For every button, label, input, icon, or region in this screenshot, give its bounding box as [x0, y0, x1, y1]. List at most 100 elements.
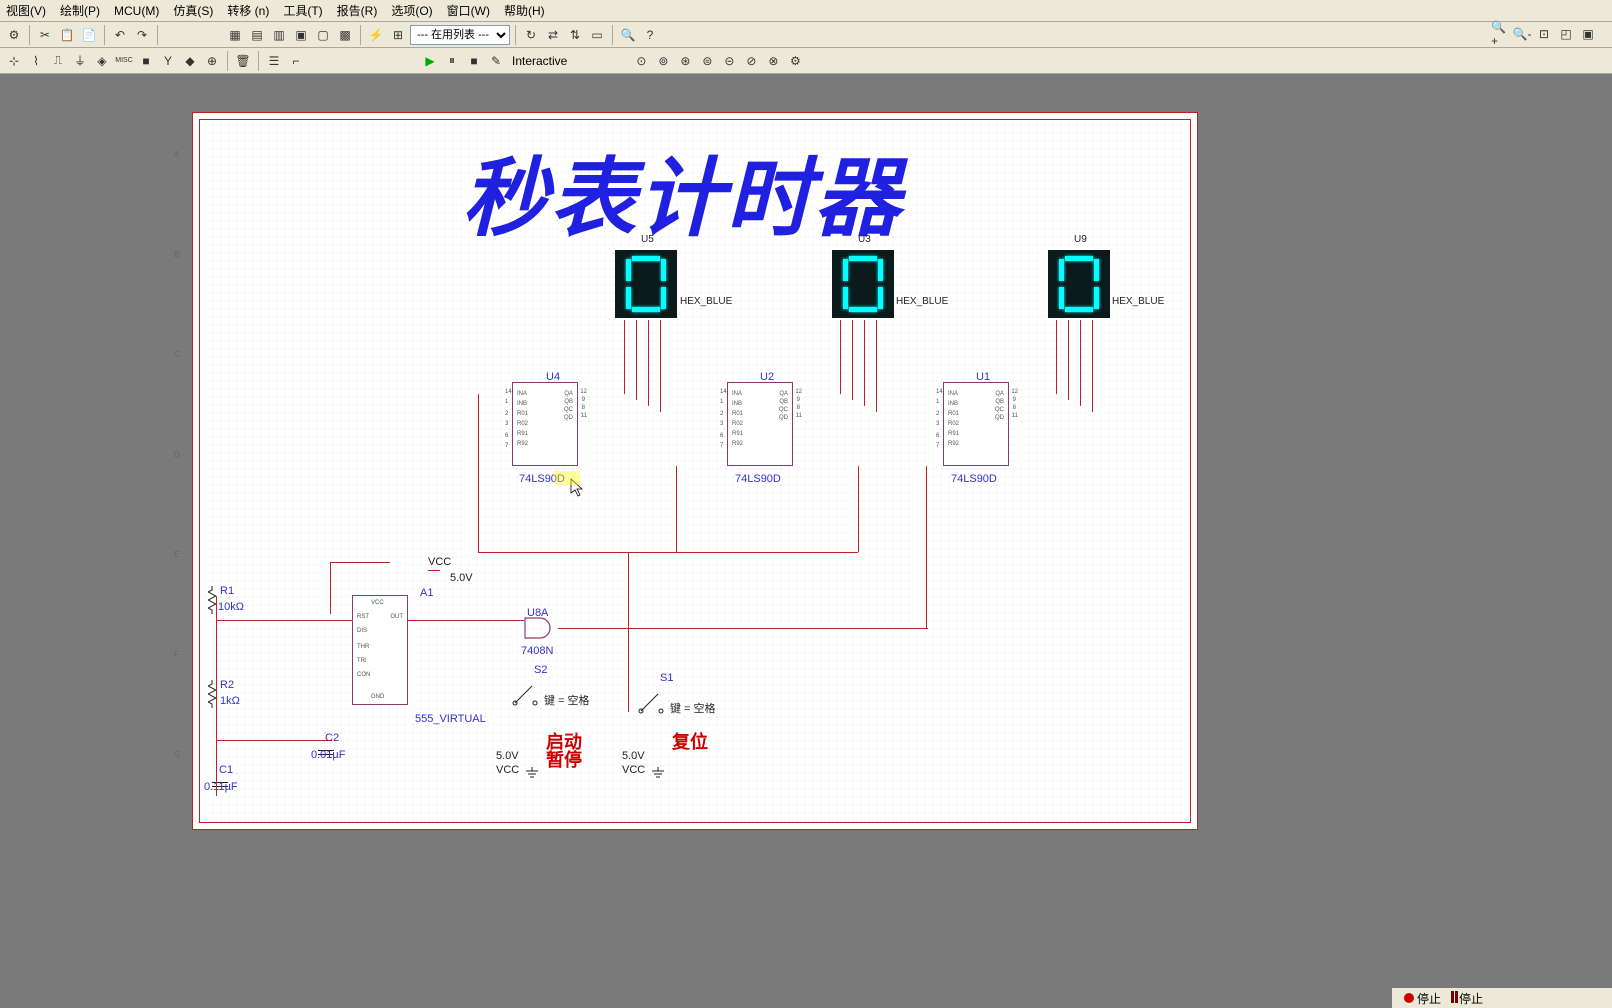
seg-ref-U3: U3 — [858, 234, 871, 245]
switch-S1[interactable] — [636, 686, 666, 716]
gate-part: 7408N — [521, 645, 553, 657]
highlight-box — [554, 471, 580, 485]
chip-555[interactable]: VCC RST DIS THR TRI CON OUT GND — [352, 595, 408, 705]
probe5-icon[interactable]: ⊝ — [719, 51, 739, 71]
cap-ref-C1: C1 — [219, 764, 233, 776]
place-icon[interactable]: ⊹ — [4, 51, 24, 71]
seg-part-U9: HEX_BLUE — [1112, 296, 1164, 307]
zoom-tools: 🔍+ 🔍- ⊡ ◰ ▣ — [1490, 24, 1598, 44]
ruler-mark-D: D — [174, 450, 180, 459]
menu-sim[interactable]: 仿真(S) — [173, 2, 213, 19]
power-icon[interactable]: ■ — [136, 51, 156, 71]
probe6-icon[interactable]: ⊘ — [741, 51, 761, 71]
seven-seg-U3[interactable] — [832, 250, 894, 318]
zoomwin-icon[interactable]: ◰ — [1556, 24, 1576, 44]
sw-v-S2: 5.0V — [496, 750, 519, 762]
tool-icon[interactable]: ⚙ — [4, 25, 24, 45]
menu-plot[interactable]: 绘制(P) — [60, 2, 100, 19]
resistor-R1[interactable] — [208, 586, 216, 614]
chip-555-part: 555_VIRTUAL — [415, 713, 486, 725]
junction-icon[interactable]: Y — [158, 51, 178, 71]
fullscreen-icon[interactable]: ▣ — [1578, 24, 1598, 44]
inuse-combo[interactable]: --- 在用列表 --- — [410, 25, 510, 45]
label-icon[interactable]: ◆ — [180, 51, 200, 71]
zoomout-icon[interactable]: 🔍- — [1512, 24, 1532, 44]
seven-seg-U5[interactable] — [615, 250, 677, 318]
probe3-icon[interactable]: ⊛ — [675, 51, 695, 71]
zoomin-icon[interactable]: 🔍+ — [1490, 24, 1510, 44]
probe2-icon[interactable]: ⊚ — [653, 51, 673, 71]
menu-tools[interactable]: 工具(T) — [283, 2, 322, 19]
zoom-icon[interactable]: 🔍 — [618, 25, 638, 45]
toolbar-2: ⊹ ⌇ ⎍ ⏚ ◈ MISC ■ Y ◆ ⊕ 🗑 ☰ ⌐ ▶ ⏸ ■ ✎ Int… — [0, 48, 1612, 74]
res-ref-R1: R1 — [220, 585, 234, 597]
wire — [408, 620, 524, 621]
wand-icon[interactable]: ✎ — [486, 51, 506, 71]
ruler-mark-G: G — [174, 750, 180, 759]
resistor-R2[interactable] — [208, 680, 216, 708]
chip-U2[interactable]: INAINBR01R02R91R92QAQBQCQD 14 1 12 9 8 1… — [727, 382, 793, 466]
text-icon[interactable]: ⊕ — [202, 51, 222, 71]
menu-transfer[interactable]: 转移 (n) — [227, 2, 269, 19]
grid-icon[interactable]: ▦ — [225, 25, 245, 45]
wire — [216, 596, 217, 796]
menu-report[interactable]: 报告(R) — [337, 2, 378, 19]
chip-name-U2: 74LS90D — [735, 473, 781, 485]
pause-icon[interactable]: ⏸ — [442, 51, 462, 71]
ruler-mark-C: C — [174, 350, 180, 359]
paste-icon[interactable]: 📄 — [79, 25, 99, 45]
sim-mode-label: Interactive — [512, 54, 567, 68]
comp2-icon[interactable]: ⊞ — [388, 25, 408, 45]
comp-icon[interactable]: ⚡ — [366, 25, 386, 45]
help-icon[interactable]: ? — [640, 25, 660, 45]
settings-icon[interactable]: ⚙ — [785, 51, 805, 71]
chip-U4[interactable]: INAINBR01R02R91R92QAQBQCQD 14 1 12 9 8 1… — [512, 382, 578, 466]
probe7-icon[interactable]: ⊗ — [763, 51, 783, 71]
wire — [216, 620, 352, 621]
seg-ref-U9: U9 — [1074, 234, 1087, 245]
sw-ref-S2: S2 — [534, 664, 547, 676]
wire — [624, 320, 625, 394]
chip-U1[interactable]: INAINBR01R02R91R92QAQBQCQD 14 1 12 9 8 1… — [943, 382, 1009, 466]
menu-help[interactable]: 帮助(H) — [504, 2, 545, 19]
seg-ref-U5: U5 — [641, 234, 654, 245]
view3-icon[interactable]: ▩ — [335, 25, 355, 45]
line-icon[interactable]: ⌐ — [286, 51, 306, 71]
sw-vcc-S1: VCC — [622, 764, 645, 776]
undo-icon[interactable]: ↶ — [110, 25, 130, 45]
flipv-icon[interactable]: ⇅ — [565, 25, 585, 45]
misc-icon[interactable]: MISC — [114, 51, 134, 71]
cut-icon[interactable]: ✂ — [35, 25, 55, 45]
sw-v-S1: 5.0V — [622, 750, 645, 762]
rotate-icon[interactable]: ↻ — [521, 25, 541, 45]
view2-icon[interactable]: ▢ — [313, 25, 333, 45]
menu-window[interactable]: 窗口(W) — [447, 2, 490, 19]
redo-icon[interactable]: ↷ — [132, 25, 152, 45]
play-icon[interactable]: ▶ — [420, 51, 440, 71]
del-icon[interactable]: 🗑 — [233, 51, 253, 71]
probe4-icon[interactable]: ⊜ — [697, 51, 717, 71]
bus-icon[interactable]: ⎍ — [48, 51, 68, 71]
and-gate[interactable] — [524, 617, 558, 639]
ground-icon[interactable]: ⏚ — [70, 51, 90, 71]
table-icon[interactable]: ▤ — [247, 25, 267, 45]
menu-view[interactable]: 视图(V) — [6, 2, 46, 19]
net-icon[interactable]: ◈ — [92, 51, 112, 71]
copy-icon[interactable]: 📋 — [57, 25, 77, 45]
wire — [864, 320, 865, 406]
status-bar: 停止 停止 — [1392, 988, 1612, 1008]
menu-mcu[interactable]: MCU(M) — [114, 4, 159, 18]
probe1-icon[interactable]: ⊙ — [631, 51, 651, 71]
wire — [858, 466, 859, 552]
stop-icon[interactable]: ■ — [464, 51, 484, 71]
list-icon[interactable]: ▥ — [269, 25, 289, 45]
fliph-icon[interactable]: ⇄ — [543, 25, 563, 45]
hier-icon[interactable]: ☰ — [264, 51, 284, 71]
wire-icon[interactable]: ⌇ — [26, 51, 46, 71]
view-icon[interactable]: ▣ — [291, 25, 311, 45]
switch-S2[interactable] — [510, 678, 540, 708]
seven-seg-U9[interactable] — [1048, 250, 1110, 318]
menu-options[interactable]: 选项(O) — [391, 2, 432, 19]
align-icon[interactable]: ▭ — [587, 25, 607, 45]
zoomfit-icon[interactable]: ⊡ — [1534, 24, 1554, 44]
